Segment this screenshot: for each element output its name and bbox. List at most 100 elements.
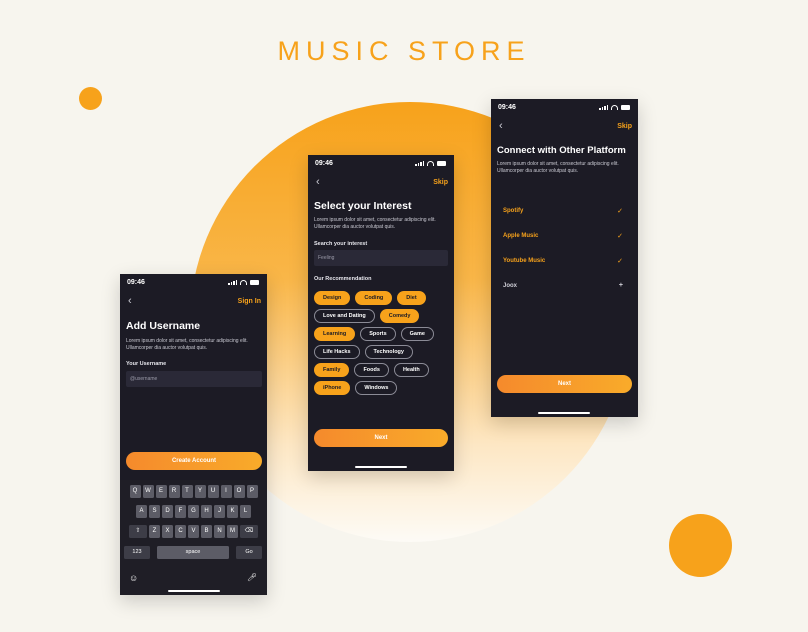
phone-add-username: 09:46 ‹ Sign In Add Username Lorem ipsum… [120, 274, 267, 595]
interest-chip[interactable]: Diet [397, 291, 426, 305]
key-n[interactable]: N [214, 525, 225, 538]
skip-link[interactable]: Skip [433, 179, 448, 186]
create-account-button[interactable]: Create Account [126, 452, 262, 470]
signal-icon [599, 104, 608, 110]
skip-link[interactable]: Skip [617, 123, 632, 130]
platform-row[interactable]: Apple Music ✓ [503, 233, 623, 243]
key-a[interactable]: A [136, 505, 147, 518]
screen-heading: Select your Interest [314, 200, 412, 212]
next-button[interactable]: Next [314, 429, 448, 447]
screen-heading: Add Username [126, 320, 201, 332]
status-icons [228, 279, 259, 285]
signal-icon [415, 160, 424, 166]
interest-chip[interactable]: Design [314, 291, 351, 305]
platform-row[interactable]: Joox + [503, 282, 623, 293]
status-icons [599, 104, 630, 110]
back-chevron-icon[interactable]: ‹ [499, 120, 503, 132]
plus-icon[interactable]: + [619, 282, 623, 289]
interest-chip[interactable]: Comedy [379, 309, 420, 323]
key-p[interactable]: P [246, 485, 258, 498]
key-w[interactable]: W [142, 485, 154, 498]
checkmark-icon[interactable]: ✓ [617, 257, 623, 265]
platform-name: Spotify [503, 208, 524, 214]
battery-icon [621, 104, 630, 110]
wifi-icon [427, 160, 434, 166]
shift-key-icon[interactable]: ⇧ [129, 525, 147, 538]
key-y[interactable]: Y [194, 485, 206, 498]
sign-in-link[interactable]: Sign In [238, 298, 261, 305]
key-q[interactable]: Q [129, 485, 141, 498]
checkmark-icon[interactable]: ✓ [617, 207, 623, 215]
emoji-icon[interactable]: ☺ [129, 573, 138, 583]
key-j[interactable]: J [214, 505, 225, 518]
key-e[interactable]: E [155, 485, 167, 498]
home-indicator [538, 412, 590, 414]
phone-connect-platform: 09:46 ‹ Skip Connect with Other Platform… [491, 99, 638, 417]
back-chevron-icon[interactable]: ‹ [316, 176, 320, 188]
key-go[interactable]: Go [236, 546, 262, 559]
key-h[interactable]: H [201, 505, 212, 518]
key-l[interactable]: L [240, 505, 251, 518]
interest-chip[interactable]: Coding [355, 291, 393, 305]
key-t[interactable]: T [181, 485, 193, 498]
key-g[interactable]: G [188, 505, 199, 518]
description-text: Lorem ipsum dolor sit amet, consectetur … [126, 338, 248, 351]
status-time: 09:46 [315, 160, 333, 167]
page-title: MUSIC STORE [277, 36, 531, 66]
description-text: Lorem ipsum dolor sit amet, consectetur … [497, 161, 619, 174]
key-r[interactable]: R [168, 485, 180, 498]
status-icons [415, 160, 446, 166]
decor-dot-small [79, 87, 102, 110]
interest-chip[interactable]: Learning [314, 327, 356, 341]
search-input[interactable]: Feeling [314, 250, 448, 266]
username-input[interactable]: @username [126, 371, 262, 387]
interest-chip[interactable]: Love and Dating [314, 309, 375, 323]
key-x[interactable]: X [162, 525, 173, 538]
key-z[interactable]: Z [149, 525, 160, 538]
platform-row[interactable]: Youtube Music ✓ [503, 258, 623, 268]
interest-chip[interactable]: Life Hacks [314, 345, 360, 359]
key-s[interactable]: S [149, 505, 160, 518]
key-f[interactable]: F [175, 505, 186, 518]
key-i[interactable]: I [220, 485, 232, 498]
keyboard: QWERTYUIOP ASDFGHJKL ⇧ Z X C V B N M ⌫ 123 space… [120, 480, 267, 595]
key-o[interactable]: O [233, 485, 245, 498]
interest-chip[interactable]: Game [400, 327, 434, 341]
key-space[interactable]: space [157, 546, 229, 559]
interest-chip[interactable]: Windows [355, 381, 398, 395]
microphone-icon[interactable]: 🎤︎ [247, 573, 257, 582]
username-label: Your Username [126, 361, 167, 367]
key-k[interactable]: K [227, 505, 238, 518]
interest-chip[interactable]: Health [393, 363, 429, 377]
description-text: Lorem ipsum dolor sit amet, consectetur … [314, 217, 436, 230]
status-time: 09:46 [127, 279, 145, 286]
interest-chip[interactable]: Family [314, 363, 350, 377]
interest-chip[interactable]: iPhone [314, 381, 351, 395]
home-indicator [168, 590, 220, 592]
platform-name: Apple Music [503, 233, 539, 239]
key-123[interactable]: 123 [124, 546, 150, 559]
interest-chip[interactable]: Foods [354, 363, 389, 377]
key-u[interactable]: U [207, 485, 219, 498]
key-m[interactable]: M [227, 525, 238, 538]
battery-icon [437, 160, 446, 166]
platform-row[interactable]: Spotify ✓ [503, 208, 623, 218]
key-b[interactable]: B [201, 525, 212, 538]
interest-chip[interactable]: Sports [360, 327, 396, 341]
key-d[interactable]: D [162, 505, 173, 518]
backspace-key-icon[interactable]: ⌫ [240, 525, 258, 538]
platform-name: Youtube Music [503, 258, 546, 264]
back-chevron-icon[interactable]: ‹ [128, 295, 132, 307]
decor-dot-large [669, 514, 732, 577]
wifi-icon [240, 279, 247, 285]
signal-icon [228, 279, 237, 285]
checkmark-icon[interactable]: ✓ [617, 232, 623, 240]
home-indicator [355, 466, 407, 468]
phone-select-interest: 09:46 ‹ Skip Select your Interest Lorem … [308, 155, 454, 471]
screen-heading: Connect with Other Platform [497, 145, 626, 156]
next-button[interactable]: Next [497, 375, 632, 393]
key-c[interactable]: C [175, 525, 186, 538]
recommendation-label: Our Recommendation [314, 276, 372, 282]
interest-chip[interactable]: Technology [364, 345, 413, 359]
key-v[interactable]: V [188, 525, 199, 538]
